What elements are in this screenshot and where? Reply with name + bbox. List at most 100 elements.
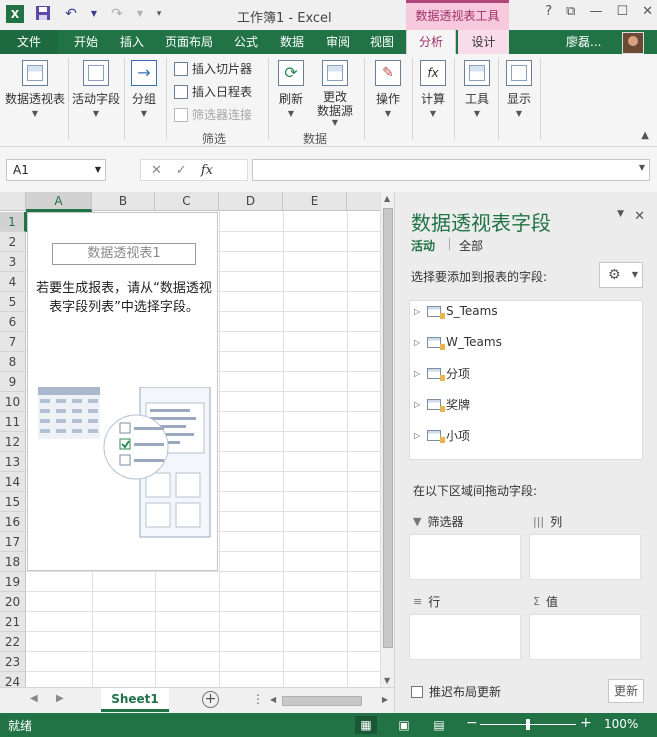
- active-field-button[interactable]: 活动字段 ▼: [70, 58, 122, 118]
- column-header[interactable]: E: [283, 192, 347, 211]
- customize-qat-icon[interactable]: ▾: [154, 5, 164, 23]
- expand-icon[interactable]: ▷: [414, 431, 422, 440]
- redo-dropdown-icon[interactable]: ▼: [136, 5, 144, 23]
- row-header[interactable]: 15: [0, 492, 26, 512]
- sheet-tab-sheet1[interactable]: Sheet1: [101, 688, 169, 712]
- tab-analyze[interactable]: 分析: [406, 30, 456, 54]
- columns-drop-area[interactable]: [529, 534, 641, 580]
- formula-input[interactable]: ▼: [252, 159, 650, 181]
- save-icon[interactable]: [34, 5, 52, 23]
- select-all-corner[interactable]: [0, 192, 26, 211]
- scroll-down-icon[interactable]: ▼: [384, 676, 390, 685]
- row-header[interactable]: 5: [0, 292, 26, 312]
- tools-dropdown-button[interactable]: ⚙ ▼: [599, 262, 643, 288]
- next-sheet-icon[interactable]: ▶: [56, 693, 64, 704]
- calculations-button[interactable]: fx 计算 ▼: [416, 58, 450, 118]
- row-header[interactable]: 1: [0, 212, 26, 232]
- pivottable-button[interactable]: 数据透视表 ▼: [4, 58, 66, 118]
- expand-icon[interactable]: ▷: [414, 400, 422, 409]
- row-header[interactable]: 14: [0, 472, 26, 492]
- expand-formula-bar-icon[interactable]: ▼: [639, 163, 645, 172]
- show-button[interactable]: 显示 ▼: [502, 58, 536, 118]
- zoom-level[interactable]: 100%: [604, 717, 638, 731]
- column-header[interactable]: [347, 192, 380, 211]
- scroll-right-icon[interactable]: ▶: [382, 695, 388, 704]
- row-header[interactable]: 3: [0, 252, 26, 272]
- column-header[interactable]: A: [26, 192, 92, 211]
- row-header[interactable]: 7: [0, 332, 26, 352]
- collapse-ribbon-icon[interactable]: ▲: [641, 130, 649, 141]
- filters-drop-area[interactable]: [409, 534, 521, 580]
- filter-connections-button[interactable]: 筛选器连接: [174, 106, 252, 123]
- row-header[interactable]: 17: [0, 532, 26, 552]
- tab-active-fields[interactable]: 活动: [411, 237, 435, 254]
- expand-icon[interactable]: ▷: [414, 338, 422, 347]
- scroll-left-icon[interactable]: ◀: [270, 695, 276, 704]
- tab-file[interactable]: 文件: [0, 30, 58, 54]
- row-header[interactable]: 6: [0, 312, 26, 332]
- row-header[interactable]: 19: [0, 572, 26, 592]
- tab-data[interactable]: 数据: [272, 30, 312, 54]
- name-box[interactable]: A1 ▼: [6, 159, 106, 181]
- tab-formulas[interactable]: 公式: [226, 30, 266, 54]
- row-header[interactable]: 23: [0, 652, 26, 672]
- row-header[interactable]: 10: [0, 392, 26, 412]
- scroll-thumb[interactable]: [383, 208, 393, 648]
- row-header[interactable]: 9: [0, 372, 26, 392]
- undo-icon[interactable]: ↶: [62, 5, 80, 23]
- tab-design[interactable]: 设计: [458, 30, 509, 54]
- tab-insert[interactable]: 插入: [112, 30, 152, 54]
- row-header[interactable]: 11: [0, 412, 26, 432]
- insert-function-icon[interactable]: fx: [201, 163, 213, 178]
- minimize-icon[interactable]: —: [589, 4, 602, 19]
- tab-review[interactable]: 审阅: [318, 30, 358, 54]
- pane-options-icon[interactable]: ▼: [617, 209, 624, 224]
- row-header[interactable]: 12: [0, 432, 26, 452]
- add-sheet-icon[interactable]: +: [202, 691, 219, 708]
- undo-dropdown-icon[interactable]: ▼: [90, 5, 98, 23]
- maximize-icon[interactable]: ☐: [616, 4, 628, 19]
- update-button[interactable]: 更新: [608, 679, 644, 703]
- redo-icon[interactable]: ↷: [108, 5, 126, 23]
- worksheet-grid[interactable]: A B C D E 1 2 3 4 5 6 7 8 9 10 11 12 13 14 15 16 17 18 19 2…: [0, 192, 380, 687]
- close-icon[interactable]: ✕: [642, 4, 653, 19]
- chevron-down-icon[interactable]: ▼: [95, 160, 101, 180]
- horizontal-scrollbar[interactable]: ◀ ▶: [268, 694, 390, 708]
- tab-page-layout[interactable]: 页面布局: [160, 30, 218, 54]
- refresh-button[interactable]: ⟳ 刷新 ▼: [274, 58, 308, 118]
- row-header[interactable]: 24: [0, 672, 26, 687]
- row-header[interactable]: 8: [0, 352, 26, 372]
- field-item[interactable]: ▷ 小项: [414, 425, 470, 445]
- change-data-source-button[interactable]: 更改 数据源 ▼: [310, 58, 360, 127]
- tools-button[interactable]: 工具 ▼: [460, 58, 494, 118]
- zoom-out-icon[interactable]: −: [466, 715, 478, 731]
- expand-icon[interactable]: ▷: [414, 369, 422, 378]
- insert-slicer-button[interactable]: 插入切片器: [174, 60, 252, 77]
- page-break-preview-icon[interactable]: ▤: [428, 716, 450, 734]
- user-name[interactable]: 廖磊...: [566, 30, 601, 54]
- field-item[interactable]: ▷ 奖牌: [414, 394, 470, 414]
- normal-view-icon[interactable]: ▦: [355, 716, 377, 734]
- help-icon[interactable]: ?: [545, 4, 552, 19]
- group-button[interactable]: → 分组 ▼: [126, 58, 162, 118]
- tab-split-handle[interactable]: ⋮: [252, 692, 264, 706]
- rows-drop-area[interactable]: [409, 614, 521, 660]
- field-item[interactable]: ▷ S_Teams: [414, 301, 498, 321]
- tab-view[interactable]: 视图: [362, 30, 402, 54]
- row-header[interactable]: 4: [0, 272, 26, 292]
- zoom-in-icon[interactable]: +: [580, 715, 592, 731]
- values-drop-area[interactable]: [529, 614, 641, 660]
- field-item[interactable]: ▷ 分项: [414, 363, 470, 383]
- vertical-scrollbar[interactable]: ▲ ▼: [380, 192, 394, 687]
- scroll-up-icon[interactable]: ▲: [384, 194, 390, 203]
- close-pane-icon[interactable]: ✕: [634, 209, 645, 224]
- pivottable-placeholder[interactable]: 数据透视表1 若要生成报表，请从“数据透视表字段列表”中选择字段。: [27, 212, 218, 571]
- enter-icon[interactable]: ✓: [176, 163, 187, 178]
- column-header[interactable]: B: [92, 192, 155, 211]
- prev-sheet-icon[interactable]: ◀: [30, 693, 38, 704]
- row-header[interactable]: 20: [0, 592, 26, 612]
- row-header[interactable]: 18: [0, 552, 26, 572]
- row-header[interactable]: 13: [0, 452, 26, 472]
- row-header[interactable]: 16: [0, 512, 26, 532]
- tab-all-fields[interactable]: 全部: [459, 237, 483, 254]
